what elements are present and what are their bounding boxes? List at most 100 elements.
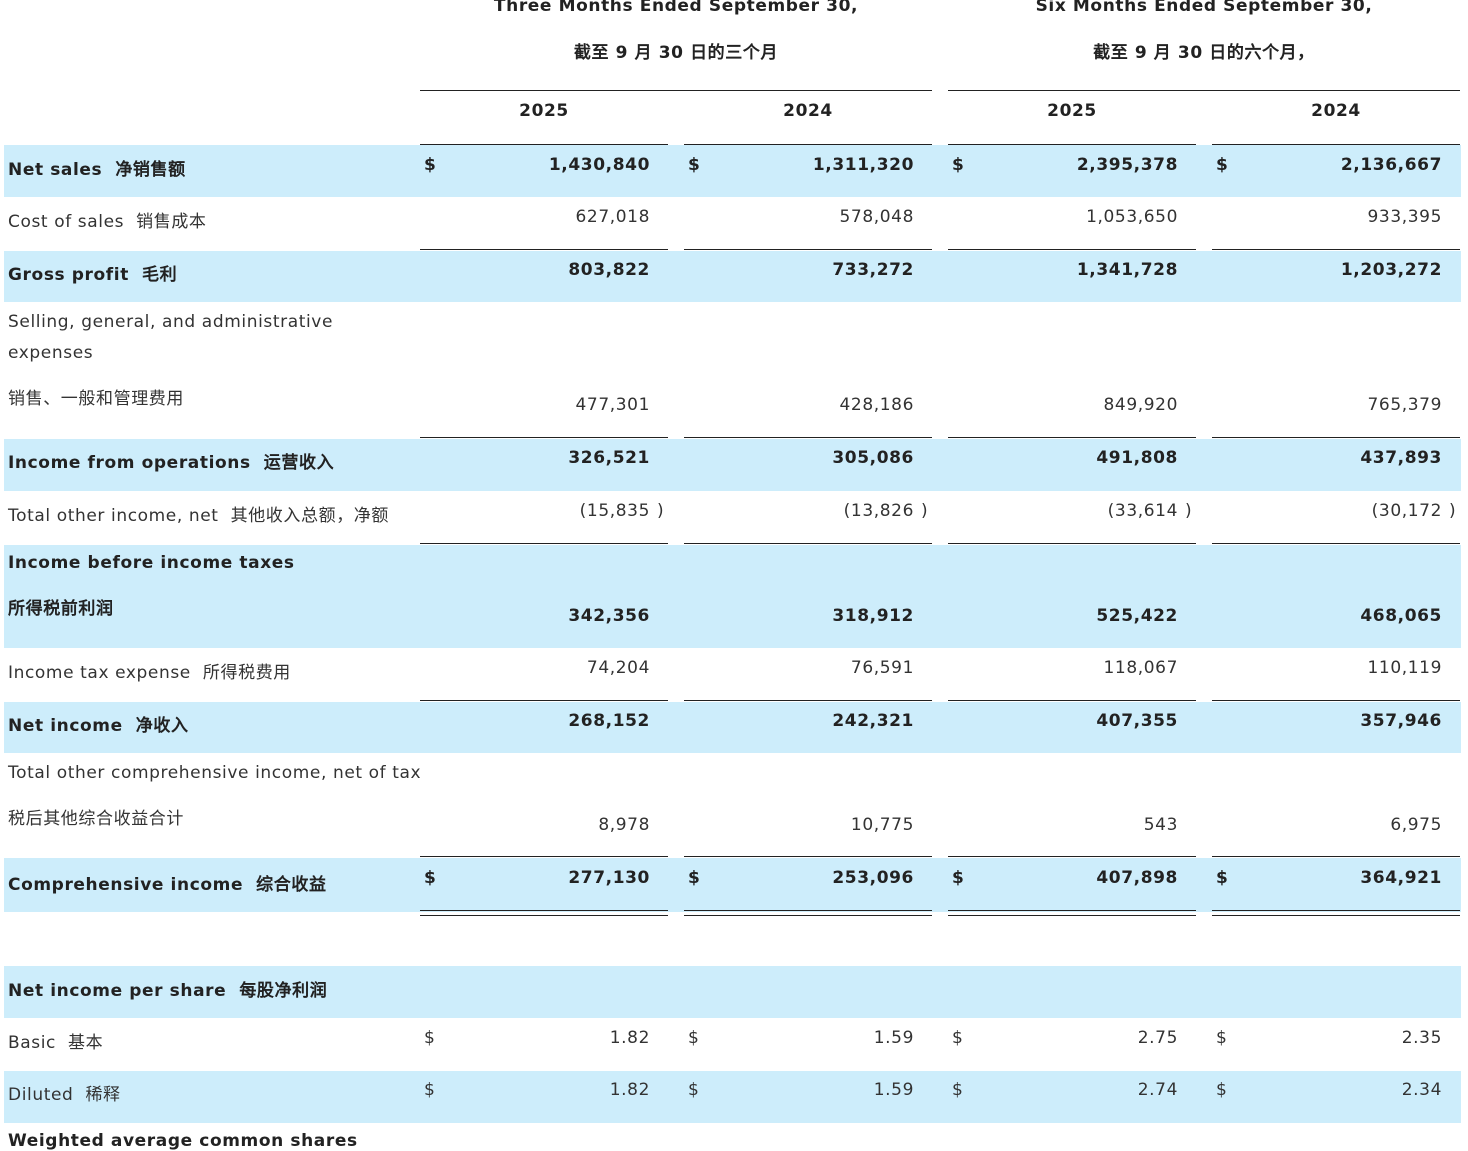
row-label-sga-zh: 销售、一般和管理费用 [8, 389, 184, 409]
row-band [4, 702, 1461, 753]
cell-value: 407,898 [1096, 868, 1178, 888]
subtotal-rule [420, 543, 668, 544]
cell-value: 543 [1143, 815, 1178, 835]
cell-value: 326,521 [568, 448, 650, 468]
subtotal-rule [948, 856, 1196, 857]
cell-value: 364,921 [1360, 868, 1442, 888]
header-rule [948, 90, 1460, 91]
cell-value: 1.82 [609, 1028, 650, 1048]
currency-symbol: $ [1216, 1028, 1228, 1048]
subtotal-rule [684, 700, 932, 701]
header-three-months-en: Three Months Ended September 30, [493, 0, 859, 16]
cell-value: 2,395,378 [1076, 155, 1178, 175]
currency-symbol: $ [1216, 155, 1229, 175]
row-label-sga-en: Selling, general, and administrative [8, 312, 334, 332]
currency-symbol: $ [952, 1080, 964, 1100]
cell-value: 253,096 [832, 868, 914, 888]
cell-value: 525,422 [1096, 606, 1178, 626]
row-label-basic: Basic 基本 [8, 1033, 104, 1053]
subtotal-rule [1212, 249, 1460, 250]
cell-value: 318,912 [832, 606, 914, 626]
cell-value: 2.75 [1137, 1028, 1178, 1048]
row-label-sga-en-cont: expenses [8, 343, 94, 363]
row-label-income-before-taxes-en: Income before income taxes [8, 553, 295, 573]
row-band [4, 145, 1461, 197]
header-three-months-zh: 截至 9 月 30 日的三个月 [573, 43, 779, 63]
cell-value: 2.34 [1401, 1080, 1442, 1100]
cell-value: 803,822 [568, 260, 650, 280]
row-label-gross-profit: Gross profit 毛利 [8, 265, 178, 285]
cell-value: 627,018 [575, 207, 650, 227]
row-label-income-from-operations: Income from operations 运营收入 [8, 453, 335, 473]
negative-paren: ) [1449, 501, 1457, 521]
cell-value: 242,321 [832, 711, 914, 731]
currency-symbol: $ [688, 155, 701, 175]
cell-value: 407,355 [1096, 711, 1178, 731]
subtotal-rule [420, 700, 668, 701]
subtotal-rule [1212, 700, 1460, 701]
cell-value: 74,204 [586, 658, 650, 678]
row-label-weighted-average: Weighted average common shares [8, 1131, 358, 1151]
total-double-rule [1212, 910, 1460, 916]
currency-symbol: $ [688, 1028, 700, 1048]
year-header: 2025 [1047, 101, 1097, 121]
subtotal-rule [1212, 856, 1460, 857]
cell-value: 10,775 [850, 815, 914, 835]
cell-value: 491,808 [1096, 448, 1178, 468]
cell-value: 2.74 [1137, 1080, 1178, 1100]
cell-value: 428,186 [839, 395, 914, 415]
cell-value: 8,978 [598, 815, 650, 835]
cell-value: 1,053,650 [1086, 207, 1178, 227]
currency-symbol: $ [424, 155, 437, 175]
cell-value: 1,341,728 [1076, 260, 1178, 280]
cell-value: 1,311,320 [812, 155, 914, 175]
row-label-other-income: Total other income, net 其他收入总额，净额 [8, 506, 389, 526]
total-double-rule [948, 910, 1196, 916]
cell-value: 468,065 [1360, 606, 1442, 626]
cell-value: 357,946 [1360, 711, 1442, 731]
currency-symbol: $ [1216, 1080, 1228, 1100]
cell-value: 1.59 [873, 1028, 914, 1048]
subtotal-rule [684, 249, 932, 250]
currency-symbol: $ [688, 868, 701, 888]
subtotal-rule [684, 543, 932, 544]
cell-value: (13,826 [843, 501, 914, 521]
cell-value: 1,430,840 [548, 155, 650, 175]
negative-paren: ) [657, 501, 665, 521]
subtotal-rule [684, 437, 932, 438]
cell-value: 849,920 [1103, 395, 1178, 415]
cell-value: 933,395 [1367, 207, 1442, 227]
row-label-net-income: Net income 净收入 [8, 716, 189, 736]
cell-value: 765,379 [1367, 395, 1442, 415]
subtotal-rule [420, 437, 668, 438]
row-label-other-comprehensive-zh: 税后其他综合收益合计 [8, 809, 184, 829]
row-label-net-income-per-share: Net income per share 每股净利润 [8, 981, 328, 1001]
year-header: 2024 [1311, 101, 1361, 121]
subtotal-rule [948, 437, 1196, 438]
subtotal-rule [420, 856, 668, 857]
negative-paren: ) [1185, 501, 1193, 521]
cell-value: 6,975 [1390, 815, 1442, 835]
cell-value: 578,048 [839, 207, 914, 227]
header-rule [420, 90, 932, 91]
cell-value: 1.59 [873, 1080, 914, 1100]
cell-value: 1.82 [609, 1080, 650, 1100]
subtotal-rule [948, 543, 1196, 544]
total-double-rule [684, 910, 932, 916]
currency-symbol: $ [688, 1080, 700, 1100]
currency-symbol: $ [1216, 868, 1229, 888]
cell-value: (33,614 [1107, 501, 1178, 521]
negative-paren: ) [921, 501, 929, 521]
row-label-net-sales: Net sales 净销售额 [8, 160, 186, 180]
header-six-months-zh: 截至 9 月 30 日的六个月， [1093, 43, 1315, 63]
cell-value: 733,272 [832, 260, 914, 280]
cell-value: 2,136,667 [1340, 155, 1442, 175]
subtotal-rule [1212, 437, 1460, 438]
cell-value: (30,172 [1371, 501, 1442, 521]
currency-symbol: $ [424, 868, 437, 888]
row-label-comprehensive-income: Comprehensive income 综合收益 [8, 875, 327, 895]
currency-symbol: $ [424, 1080, 436, 1100]
row-band [4, 1071, 1461, 1123]
cell-value: 110,119 [1367, 658, 1442, 678]
cell-value: 76,591 [850, 658, 914, 678]
